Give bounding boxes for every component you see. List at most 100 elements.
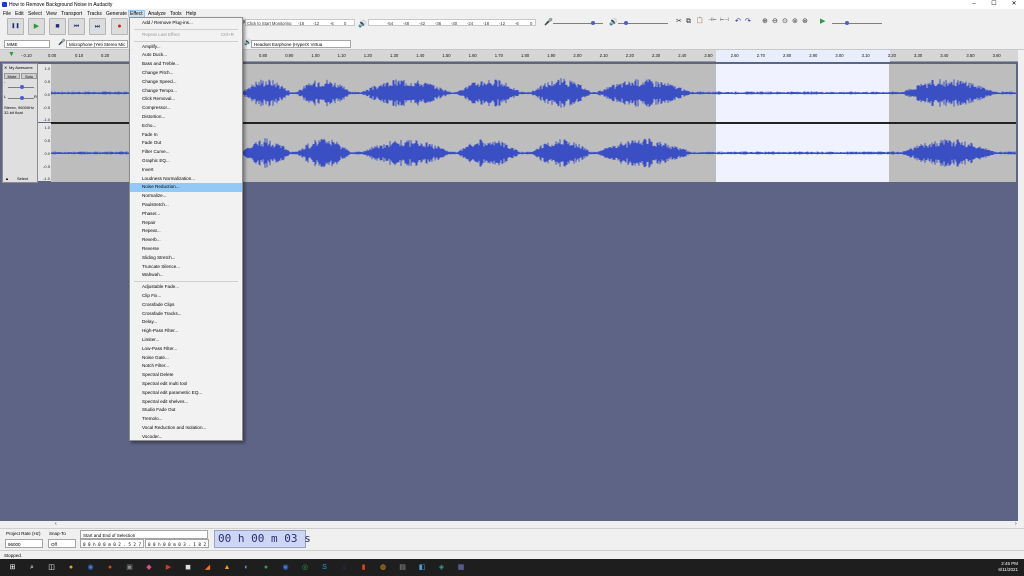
recording-device-select[interactable]: Microphone (Yeti Stereo Mic <box>66 40 128 48</box>
play-at-speed-icon[interactable]: ▶ <box>820 18 825 25</box>
menu-item-crossfade-clips[interactable]: Crossfade Clips <box>130 301 242 310</box>
menu-tools[interactable]: Tools <box>170 11 182 17</box>
menu-item-click-removal[interactable]: Click Removal... <box>130 95 242 104</box>
menu-item-distortion[interactable]: Distortion... <box>130 113 242 122</box>
pan-knob[interactable] <box>20 96 24 100</box>
menu-item-compressor[interactable]: Compressor... <box>130 104 242 113</box>
taskbar-app-icon[interactable]: ◍ <box>379 563 388 572</box>
taskbar-app-icon[interactable]: ⊞ <box>8 563 17 572</box>
track-control-panel[interactable]: ✕ My Awesome Mute Solo - L R Stereo, 960… <box>2 63 38 183</box>
menu-item-notch-filter[interactable]: Notch Filter... <box>130 362 242 371</box>
menu-item-echo[interactable]: Echo... <box>130 122 242 131</box>
menu-item-truncate-silence[interactable]: Truncate Silence... <box>130 263 242 272</box>
menu-item-repeat-last-effect[interactable]: Repeat Last Effect Ctrl+R <box>130 31 242 40</box>
menu-item-invert[interactable]: Invert <box>130 166 242 175</box>
scroll-left-icon[interactable]: ‹ <box>55 521 57 527</box>
taskbar-app-icon[interactable]: ▶ <box>164 563 173 572</box>
menu-effect[interactable]: Effect <box>128 9 145 18</box>
menu-item-delay[interactable]: Delay... <box>130 318 242 327</box>
play-button[interactable]: ▶ <box>28 18 45 35</box>
audio-position-display[interactable]: 00 h 00 m 03 s <box>214 530 311 548</box>
menu-item-vocoder[interactable]: Vocoder... <box>130 433 242 442</box>
menu-item-repeat[interactable]: Repeat... <box>130 227 242 236</box>
taskbar-app-icon[interactable]: ▦ <box>457 563 466 572</box>
menu-item-crossfade-tracks[interactable]: Crossfade Tracks... <box>130 310 242 319</box>
taskbar-app-icon[interactable]: ▤ <box>398 563 407 572</box>
playback-volume-knob[interactable] <box>624 21 628 25</box>
menu-generate[interactable]: Generate <box>106 11 127 17</box>
copy-icon[interactable]: ⧉ <box>686 18 691 25</box>
taskbar-app-icon[interactable]: ▲ <box>223 563 232 572</box>
selection-end-time[interactable]: 0 0 h 0 0 m 0 3 . 1 8 2 s <box>145 539 209 548</box>
play-speed-knob[interactable] <box>845 21 849 25</box>
taskbar-app-icon[interactable]: ● <box>67 563 76 572</box>
menu-item-limiter[interactable]: Limiter... <box>130 336 242 345</box>
taskbar-app-icon[interactable]: ◫ <box>47 563 56 572</box>
menu-item-spectral-delete[interactable]: Spectral Delete <box>130 371 242 380</box>
menu-edit[interactable]: Edit <box>15 11 24 17</box>
zoom-out-icon[interactable]: ⊖ <box>772 18 778 25</box>
paste-icon[interactable]: 📋 <box>696 18 703 24</box>
project-rate-select[interactable]: 96000 <box>5 539 43 548</box>
menu-item-fade-out[interactable]: Fade Out <box>130 139 242 148</box>
select-track-button[interactable]: Select <box>17 176 28 181</box>
menu-item-fade-in[interactable]: Fade In <box>130 131 242 140</box>
menu-analyze[interactable]: Analyze <box>148 11 166 17</box>
menu-item-spectral-edit-parametric-eq[interactable]: Spectral edit parametric EQ... <box>130 389 242 398</box>
menu-item-normalize[interactable]: Normalize... <box>130 192 242 201</box>
taskbar-app-icon[interactable]: ◆ <box>145 563 154 572</box>
taskbar-app-icon[interactable]: ◐ <box>242 563 251 572</box>
record-volume-knob[interactable] <box>591 21 595 25</box>
menu-item-vocal-reduction-and-isolation[interactable]: Vocal Reduction and Isolation... <box>130 424 242 433</box>
menu-item-add-remove-plug-ins[interactable]: Add / Remove Plug-ins... <box>130 19 242 28</box>
stop-button[interactable]: ■ <box>49 18 66 35</box>
taskbar-app-icon[interactable]: ◉ <box>86 563 95 572</box>
menu-item-change-speed[interactable]: Change Speed... <box>130 78 242 87</box>
menu-item-clip-fix[interactable]: Clip Fix... <box>130 292 242 301</box>
menu-item-filter-curve[interactable]: Filter Curve... <box>130 148 242 157</box>
menu-item-paulstretch[interactable]: Paulstretch... <box>130 201 242 210</box>
taskbar-app-icon[interactable]: ◈ <box>437 563 446 572</box>
zoom-in-icon[interactable]: ⊕ <box>762 18 768 25</box>
silence-icon[interactable]: ⊢⊣ <box>720 18 729 23</box>
menu-view[interactable]: View <box>46 11 57 17</box>
fit-project-icon[interactable]: ⊚ <box>792 18 798 25</box>
taskbar-app-icon[interactable]: ◢ <box>203 563 212 572</box>
mute-button[interactable]: Mute <box>4 73 20 79</box>
menu-item-auto-duck[interactable]: Auto Duck... <box>130 51 242 60</box>
system-clock[interactable]: 2:45 PM 8/11/2021 <box>998 561 1018 573</box>
zoom-toggle-icon[interactable]: ⊛ <box>802 18 808 25</box>
fit-selection-icon[interactable]: ⊙ <box>782 18 788 25</box>
taskbar-app-icon[interactable]: S <box>320 563 329 572</box>
menu-item-spectral-edit-shelves[interactable]: Spectral edit shelves... <box>130 398 242 407</box>
taskbar-app-icon[interactable]: ◎ <box>301 563 310 572</box>
scroll-right-icon[interactable]: › <box>1015 521 1017 527</box>
taskbar-app-icon[interactable]: ◧ <box>418 563 427 572</box>
taskbar-app-icon[interactable]: ● <box>262 563 271 572</box>
menu-select[interactable]: Select <box>28 11 42 17</box>
redo-icon[interactable]: ↷ <box>745 18 751 25</box>
collapse-icon[interactable]: ▲ <box>5 176 9 181</box>
menu-item-wahwah[interactable]: Wahwah... <box>130 271 242 280</box>
pause-button[interactable]: ❚❚ <box>7 18 24 35</box>
solo-button[interactable]: Solo <box>21 73 37 79</box>
menu-item-loudness-normalization[interactable]: Loudness Normalization... <box>130 175 242 184</box>
track-name[interactable]: My Awesome <box>9 65 33 70</box>
menu-file[interactable]: File <box>3 11 11 17</box>
menu-item-graphic-eq[interactable]: Graphic EQ... <box>130 157 242 166</box>
close-button[interactable]: ✕ <box>1004 0 1024 9</box>
taskbar-app-icon[interactable]: ▮ <box>359 563 368 572</box>
menu-item-noise-reduction[interactable]: Noise Reduction... <box>130 183 242 193</box>
menu-transport[interactable]: Transport <box>61 11 82 17</box>
trim-icon[interactable]: ⊣⊢ <box>708 18 717 23</box>
menu-item-tremolo[interactable]: Tremolo... <box>130 415 242 424</box>
maximize-button[interactable]: ☐ <box>984 0 1004 9</box>
menu-item-spectral-edit-multi-tool[interactable]: Spectral edit multi tool <box>130 380 242 389</box>
playback-device-select[interactable]: Headset Earphone (HyperX Virtua <box>251 40 351 48</box>
menu-tracks[interactable]: Tracks <box>87 11 102 17</box>
horizontal-scrollbar[interactable]: ‹ › <box>0 521 1024 528</box>
audio-host-select[interactable]: MME <box>4 40 50 48</box>
menu-item-noise-gate[interactable]: Noise Gate... <box>130 354 242 363</box>
skip-to-start-button[interactable]: ⏮ <box>68 18 85 35</box>
playback-meter[interactable]: -54 -48 -42 -36 -30 -24 -18 -12 -6 0 <box>368 19 536 26</box>
